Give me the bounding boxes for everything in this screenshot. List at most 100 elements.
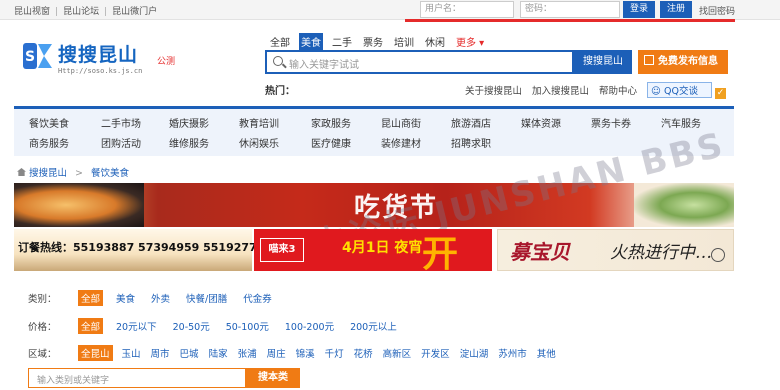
miaolai-ad[interactable]: 喵来3 4月1日 夜宵 开始 (254, 229, 492, 271)
filter-price-row: 价格： 全部 20元以下 20-50元 50-100元 100-200元 200元以上 (28, 318, 410, 334)
filter-category-option[interactable]: 代金券 (240, 290, 275, 306)
breadcrumb-current[interactable]: 餐饮美食 (91, 168, 129, 179)
post-free-info-button[interactable]: 免费发布信息 (638, 50, 728, 74)
treasure-ad-title: 募宝贝 (510, 240, 570, 264)
filter-region-option[interactable]: 淀山湖 (457, 345, 492, 361)
hot-label: 热门： (265, 86, 295, 97)
search-category-tabs: 全部 美食 二手 票务 培训 休闲 更多 ▾ (268, 33, 493, 50)
filter-category-option[interactable]: 外卖 (148, 290, 173, 306)
filter-price-option[interactable]: 20-50元 (170, 318, 213, 334)
order-hotline-text: 订餐热线：55193887 57394959 55192777 (18, 241, 265, 254)
nav-item-media[interactable]: 媒体资源 (506, 115, 576, 135)
nav-item-jobs[interactable]: 招聘求职 (436, 135, 506, 155)
filter-region-option[interactable]: 开发区 (418, 345, 453, 361)
tab-leisure[interactable]: 休闲 (423, 33, 447, 50)
qq-chat-label: QQ交谈 (663, 86, 698, 97)
tab-more[interactable]: 更多 ▾ (454, 33, 486, 50)
filter-category-option[interactable]: 快餐/团膳 (183, 290, 230, 306)
search-input[interactable]: 输入关键字试试 (265, 50, 574, 74)
filter-region-option[interactable]: 张浦 (235, 345, 260, 361)
filter-region-option[interactable]: 其他 (534, 345, 559, 361)
filter-category-option[interactable]: 美食 (113, 290, 138, 306)
category-search-input[interactable]: 输入类别或关键字 (28, 368, 246, 388)
link-about[interactable]: 关于搜搜昆山 (465, 86, 522, 97)
tab-training[interactable]: 培训 (392, 33, 416, 50)
filter-region-option[interactable]: 锦溪 (293, 345, 318, 361)
miaolai-date: 4月1日 夜宵 (342, 240, 423, 256)
tab-food[interactable]: 美食 (299, 33, 323, 50)
treasure-ad[interactable]: 募宝贝 火热进行中… (497, 229, 734, 271)
nav-item-entertainment[interactable]: 休闲娱乐 (224, 135, 294, 155)
filter-region-option[interactable]: 花桥 (351, 345, 376, 361)
link-kunshan-window[interactable]: 昆山视窗 (14, 7, 50, 17)
filter-region-option[interactable]: 高新区 (380, 345, 415, 361)
filter-region-option[interactable]: 苏州市 (495, 345, 530, 361)
find-password-link[interactable]: 找回密码 (699, 4, 735, 17)
nav-item-wedding-photo[interactable]: 婚庆摄影 (154, 115, 224, 135)
nav-item-tickets-cards[interactable]: 票务卡券 (576, 115, 646, 135)
filter-region-row: 区域： 全昆山 玉山 周市 巴城 陆家 张浦 周庄 锦溪 千灯 花桥 高新区 开发区 淀山湖 苏州市 其他 (28, 345, 559, 361)
nav-row-1: 餐饮美食 二手市场 婚庆摄影 教育培训 家政服务 昆山商街 旅游酒店 媒体资源 … (14, 115, 734, 135)
site-logo[interactable]: S 搜搜昆山 公测 Http://soso.ks.js.cn (22, 40, 182, 80)
top-bar: 昆山视窗 | 昆山论坛 | 昆山微门户 用户名： 密码： 登录 注册 找回密码 (0, 0, 780, 20)
nav-item-repair[interactable]: 维修服务 (154, 135, 224, 155)
brand-logo-icon (711, 248, 725, 262)
filter-price-option[interactable]: 20元以下 (113, 318, 160, 334)
logo-url: Http://soso.ks.js.cn (58, 67, 143, 75)
miaolai-slogan: 开始 (422, 233, 459, 271)
noodle-image (14, 183, 144, 227)
filter-category-label: 类别： (28, 294, 57, 305)
username-input[interactable]: 用户名： (420, 1, 514, 18)
header-links: 关于搜搜昆山 加入搜搜昆山 帮助中心 ☺ QQ交谈 ✓ (465, 82, 736, 99)
nav-item-medical[interactable]: 医疗健康 (296, 135, 366, 155)
tab-tickets[interactable]: 票务 (361, 33, 385, 50)
search-icon (273, 56, 283, 66)
link-kunshan-micro-portal[interactable]: 昆山微门户 (112, 7, 157, 17)
logo-title: 搜搜昆山 (58, 44, 139, 66)
filter-category-option[interactable]: 全部 (78, 290, 104, 306)
filter-price-option[interactable]: 全部 (78, 318, 104, 334)
filter-price-label: 价格： (28, 322, 57, 333)
treasure-ad-subtitle: 火热进行中… (610, 243, 712, 263)
svg-text:S: S (25, 49, 35, 65)
tab-second-hand[interactable]: 二手 (330, 33, 354, 50)
filter-region-option[interactable]: 全昆山 (78, 345, 113, 361)
filter-region-option[interactable]: 千灯 (322, 345, 347, 361)
search-button[interactable]: 搜搜昆山 (574, 50, 632, 74)
category-search-placeholder: 输入类别或关键字 (37, 376, 110, 386)
nav-item-group-buy[interactable]: 团购活动 (86, 135, 156, 155)
search-placeholder: 输入关键字试试 (289, 60, 359, 71)
nav-item-housekeeping[interactable]: 家政服务 (296, 115, 366, 135)
filter-region-label: 区域： (28, 349, 57, 360)
filter-category-row: 类别： 全部 美食 外卖 快餐/团膳 代金券 (28, 290, 285, 306)
nav-item-travel-hotel[interactable]: 旅游酒店 (436, 115, 506, 135)
register-button[interactable]: 注册 (660, 1, 692, 18)
nav-item-food[interactable]: 餐饮美食 (14, 115, 84, 135)
filter-region-option[interactable]: 玉山 (119, 345, 144, 361)
filter-price-option[interactable]: 50-100元 (223, 318, 272, 334)
link-join[interactable]: 加入搜搜昆山 (532, 86, 589, 97)
top-links: 昆山视窗 | 昆山论坛 | 昆山微门户 (14, 7, 158, 17)
tab-all[interactable]: 全部 (268, 33, 292, 50)
breadcrumb: 搜搜昆山 > 餐饮美食 (17, 165, 129, 179)
filter-price-option[interactable]: 100-200元 (282, 318, 337, 334)
nav-item-decoration[interactable]: 装修建材 (366, 135, 436, 155)
link-help[interactable]: 帮助中心 (599, 86, 637, 97)
breadcrumb-home[interactable]: 搜搜昆山 (29, 168, 67, 179)
filter-region-option[interactable]: 周庄 (264, 345, 289, 361)
login-button[interactable]: 登录 (623, 1, 655, 18)
filter-price-option[interactable]: 200元以上 (347, 318, 400, 334)
filter-region-option[interactable]: 周市 (148, 345, 173, 361)
filter-region-option[interactable]: 陆家 (206, 345, 231, 361)
qq-chat-button[interactable]: ☺ QQ交谈 (647, 82, 712, 98)
filter-region-option[interactable]: 巴城 (177, 345, 202, 361)
link-kunshan-forum[interactable]: 昆山论坛 (63, 7, 99, 17)
nav-item-business[interactable]: 商务服务 (14, 135, 84, 155)
nav-item-kunshan-street[interactable]: 昆山商街 (366, 115, 436, 135)
category-search-button[interactable]: 搜本类 (246, 368, 300, 388)
order-hotline-ad[interactable]: 订餐热线：55193887 57394959 55192777 (14, 229, 264, 271)
password-input[interactable]: 密码： (520, 1, 620, 18)
nav-item-second-hand[interactable]: 二手市场 (86, 115, 156, 135)
nav-item-education[interactable]: 教育培训 (224, 115, 294, 135)
post-free-info-label: 免费发布信息 (658, 56, 718, 67)
